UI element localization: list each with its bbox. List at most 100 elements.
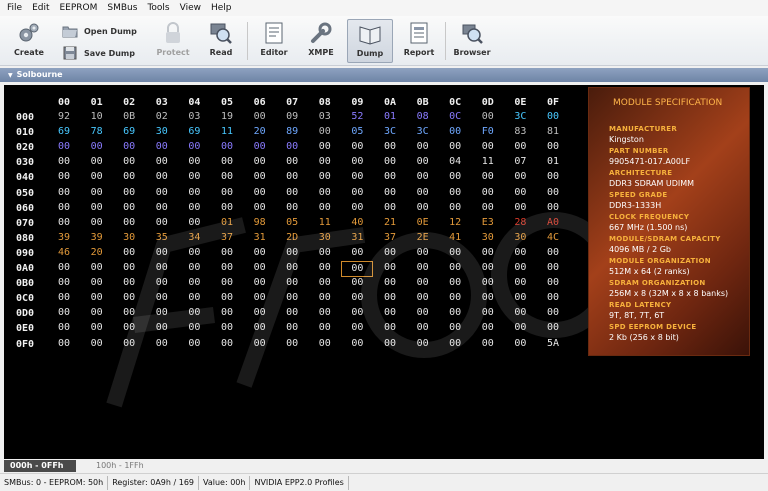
hex-cell[interactable]: 00	[374, 140, 406, 154]
hex-cell[interactable]: 11	[309, 216, 341, 230]
hex-cell[interactable]: 98	[244, 216, 276, 230]
hex-cell[interactable]: 0C	[439, 110, 471, 124]
hex-cell[interactable]: 20	[244, 125, 276, 139]
hex-cell[interactable]: 92	[48, 110, 80, 124]
hex-cell[interactable]: 00	[276, 306, 308, 320]
hex-cell[interactable]: 00	[146, 186, 178, 200]
hex-cell[interactable]: 2E	[407, 231, 439, 245]
hex-cell[interactable]: 00	[178, 291, 210, 305]
hex-cell[interactable]: 05	[341, 125, 373, 139]
hex-cell[interactable]: 3C	[374, 125, 406, 139]
read-button[interactable]: Read	[198, 19, 244, 63]
hex-cell[interactable]: 19	[211, 110, 243, 124]
dump-button[interactable]: Dump	[347, 19, 393, 63]
hex-cell[interactable]: 00	[374, 170, 406, 184]
hex-cell[interactable]: 00	[48, 140, 80, 154]
hex-cell[interactable]: 00	[48, 155, 80, 169]
hex-cell[interactable]: 00	[504, 261, 536, 275]
hex-cell[interactable]: 01	[537, 155, 569, 169]
hex-cell[interactable]: 00	[113, 186, 145, 200]
hex-cell[interactable]: 00	[472, 186, 504, 200]
hex-cell[interactable]: 21	[374, 216, 406, 230]
hex-cell[interactable]: 00	[276, 170, 308, 184]
hex-cell[interactable]: 00	[211, 261, 243, 275]
hex-cell[interactable]: 00	[374, 246, 406, 260]
hex-cell[interactable]: 00	[439, 306, 471, 320]
menu-view[interactable]: View	[175, 0, 206, 16]
hex-cell[interactable]: 10	[81, 110, 113, 124]
hex-cell[interactable]: 00	[472, 337, 504, 351]
hex-cell[interactable]: 00	[309, 246, 341, 260]
hex-cell[interactable]: 00	[211, 246, 243, 260]
hex-cell[interactable]: 00	[178, 306, 210, 320]
hex-cell[interactable]: 00	[81, 261, 113, 275]
hex-cell[interactable]: 00	[113, 291, 145, 305]
hex-cell[interactable]: 00	[439, 246, 471, 260]
hex-cell[interactable]: 69	[48, 125, 80, 139]
hex-cell[interactable]: 00	[504, 321, 536, 335]
hex-cell[interactable]: 12	[439, 216, 471, 230]
hex-cell[interactable]: 00	[244, 276, 276, 290]
hex-cell[interactable]: 00	[146, 261, 178, 275]
hex-cell[interactable]: 81	[537, 125, 569, 139]
hex-cell[interactable]: 30	[504, 231, 536, 245]
hex-cell[interactable]: 30	[309, 231, 341, 245]
hex-cell[interactable]: 00	[178, 276, 210, 290]
hex-cell[interactable]: 28	[504, 216, 536, 230]
hex-cell[interactable]: 00	[472, 140, 504, 154]
hex-cell[interactable]: 00	[504, 186, 536, 200]
hex-cell[interactable]: 00	[276, 261, 308, 275]
hex-cell[interactable]: 00	[178, 186, 210, 200]
hex-cell[interactable]: 00	[48, 276, 80, 290]
hex-cell[interactable]: 00	[472, 246, 504, 260]
hex-cell[interactable]: 00	[504, 306, 536, 320]
hex-cell[interactable]: 00	[407, 201, 439, 215]
hex-cell[interactable]: 00	[407, 306, 439, 320]
hex-cell[interactable]: 00	[146, 140, 178, 154]
hex-cell[interactable]: 00	[374, 291, 406, 305]
hex-cell[interactable]: 46	[48, 246, 80, 260]
hex-cell[interactable]: 00	[244, 186, 276, 200]
hex-cell[interactable]: 00	[244, 246, 276, 260]
hex-cell[interactable]: 00	[178, 261, 210, 275]
hex-cell[interactable]: 00	[113, 155, 145, 169]
hex-cell[interactable]: 11	[211, 125, 243, 139]
hex-cell[interactable]: 00	[504, 276, 536, 290]
hex-cell[interactable]: 35	[146, 231, 178, 245]
hex-cell[interactable]: 00	[211, 155, 243, 169]
hex-cell[interactable]: 00	[113, 201, 145, 215]
hex-cell[interactable]: 00	[407, 155, 439, 169]
hex-cell[interactable]: 00	[341, 155, 373, 169]
hex-cell[interactable]: 00	[374, 337, 406, 351]
hex-cell[interactable]: 00	[81, 155, 113, 169]
hex-cell[interactable]: 00	[341, 321, 373, 335]
hex-cell[interactable]: 3C	[407, 125, 439, 139]
hex-cell[interactable]: 00	[48, 261, 80, 275]
hex-cell[interactable]: 00	[309, 125, 341, 139]
hex-cell[interactable]: 00	[146, 276, 178, 290]
hex-cell[interactable]: 00	[374, 261, 406, 275]
hex-cell[interactable]: 00	[341, 140, 373, 154]
hex-cell[interactable]: 00	[504, 201, 536, 215]
hex-cell[interactable]: 89	[276, 125, 308, 139]
menu-eeprom[interactable]: EEPROM	[55, 0, 103, 16]
hex-cell[interactable]: 31	[341, 231, 373, 245]
hex-cell[interactable]: 00	[276, 291, 308, 305]
hex-cell[interactable]: 00	[81, 216, 113, 230]
hex-cell[interactable]: 00	[276, 155, 308, 169]
hex-cell[interactable]: 01	[374, 110, 406, 124]
hex-cell[interactable]: 00	[81, 306, 113, 320]
hex-cell[interactable]: 03	[309, 110, 341, 124]
hex-cell[interactable]: 40	[341, 216, 373, 230]
hex-cell[interactable]: 00	[244, 140, 276, 154]
hex-cell[interactable]: 00	[146, 216, 178, 230]
hex-cell[interactable]: 00	[504, 170, 536, 184]
hex-cell[interactable]: 00	[341, 261, 374, 277]
collapse-triangle-icon[interactable]: ▼	[8, 72, 13, 79]
hex-cell[interactable]: 00	[439, 186, 471, 200]
hex-cell[interactable]: 39	[81, 231, 113, 245]
hex-cell[interactable]: 31	[244, 231, 276, 245]
hex-cell[interactable]: 37	[211, 231, 243, 245]
hex-cell[interactable]: 00	[341, 306, 373, 320]
hex-cell[interactable]: 00	[244, 201, 276, 215]
